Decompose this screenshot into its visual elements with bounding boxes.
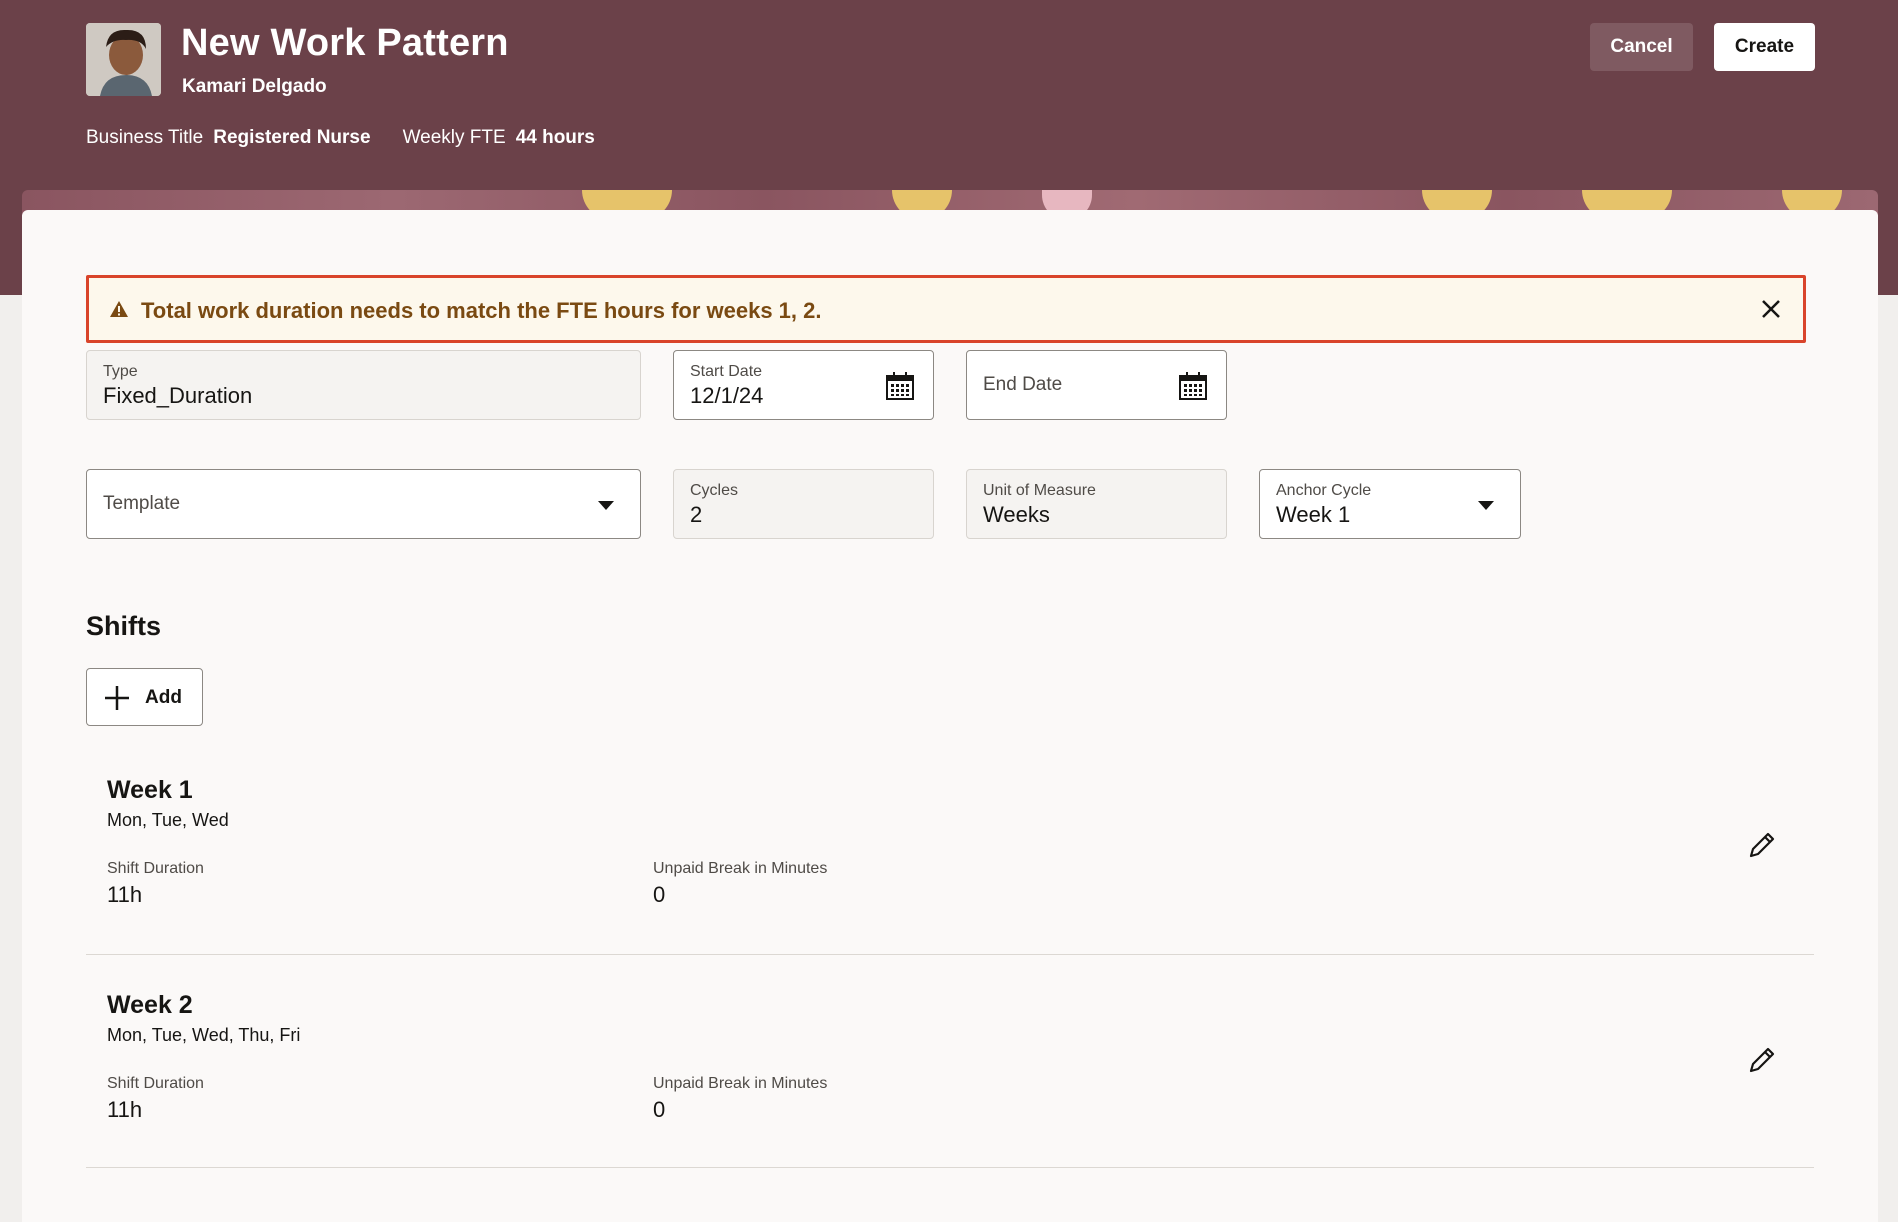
- validation-alert: Total work duration needs to match the F…: [86, 275, 1806, 343]
- avatar: [86, 23, 161, 96]
- weekly-fte-label: Weekly FTE: [402, 127, 506, 148]
- unit-of-measure-label: Unit of Measure: [983, 482, 1096, 499]
- shift-duration-value: 11h: [107, 1097, 143, 1122]
- calendar-icon[interactable]: [1178, 371, 1208, 406]
- start-date-label: Start Date: [690, 363, 763, 380]
- unpaid-break-label: Unpaid Break in Minutes: [653, 1075, 828, 1092]
- anchor-cycle-select[interactable]: Anchor Cycle Week 1: [1259, 469, 1521, 539]
- page-title: New Work Pattern: [181, 22, 509, 64]
- anchor-cycle-label: Anchor Cycle: [1276, 482, 1372, 499]
- business-title: Business Title Registered Nurse: [86, 127, 371, 149]
- anchor-cycle-value: Week 1: [1276, 502, 1351, 527]
- weekly-fte-value: 44 hours: [515, 127, 595, 148]
- end-date-field[interactable]: End Date: [966, 350, 1227, 420]
- add-shift-label: Add: [145, 687, 182, 708]
- weekly-fte: Weekly FTE 44 hours: [403, 127, 595, 149]
- chevron-down-icon[interactable]: [1478, 501, 1494, 510]
- create-button[interactable]: Create: [1714, 23, 1815, 71]
- unpaid-break-value: 0: [653, 882, 666, 907]
- warning-icon: [109, 300, 129, 323]
- type-field[interactable]: Type Fixed_Duration: [86, 350, 641, 420]
- week-title: Week 2: [107, 991, 193, 1019]
- header-meta: Business Title Registered Nurse Weekly FT…: [86, 127, 595, 149]
- template-label: Template: [103, 493, 181, 514]
- week-days: Mon, Tue, Wed: [107, 810, 229, 830]
- shift-duration-value: 11h: [107, 882, 143, 907]
- chevron-down-icon[interactable]: [598, 501, 614, 510]
- start-date-value: 12/1/24: [690, 383, 764, 408]
- week-days: Mon, Tue, Wed, Thu, Fri: [107, 1025, 301, 1045]
- plus-icon: [103, 684, 131, 718]
- cancel-button[interactable]: Cancel: [1590, 23, 1693, 71]
- alert-message: Total work duration needs to match the F…: [141, 298, 822, 323]
- unit-of-measure-field[interactable]: Unit of Measure Weeks: [966, 469, 1227, 539]
- divider: [86, 1167, 1814, 1168]
- edit-icon[interactable]: [1746, 1044, 1778, 1076]
- end-date-label: End Date: [983, 374, 1063, 395]
- close-icon[interactable]: [1757, 295, 1785, 323]
- unpaid-break-value: 0: [653, 1097, 666, 1122]
- unit-of-measure-value: Weeks: [983, 502, 1050, 527]
- edit-icon[interactable]: [1746, 829, 1778, 861]
- template-select[interactable]: Template: [86, 469, 641, 539]
- cycles-label: Cycles: [690, 482, 739, 499]
- type-label: Type: [103, 363, 138, 380]
- shifts-heading: Shifts: [86, 611, 162, 641]
- type-value: Fixed_Duration: [103, 383, 253, 408]
- week-title: Week 1: [107, 776, 193, 804]
- calendar-icon[interactable]: [885, 371, 915, 406]
- cycles-value: 2: [690, 502, 703, 527]
- business-title-label: Business Title: [86, 127, 204, 148]
- shift-duration-label: Shift Duration: [107, 1075, 204, 1092]
- business-title-value: Registered Nurse: [213, 127, 371, 148]
- unpaid-break-label: Unpaid Break in Minutes: [653, 860, 828, 877]
- shift-duration-label: Shift Duration: [107, 860, 204, 877]
- cycles-field[interactable]: Cycles 2: [673, 469, 934, 539]
- person-name: Kamari Delgado: [182, 76, 327, 97]
- divider: [86, 954, 1814, 955]
- start-date-field[interactable]: Start Date 12/1/24: [673, 350, 934, 420]
- add-shift-button[interactable]: Add: [86, 668, 203, 726]
